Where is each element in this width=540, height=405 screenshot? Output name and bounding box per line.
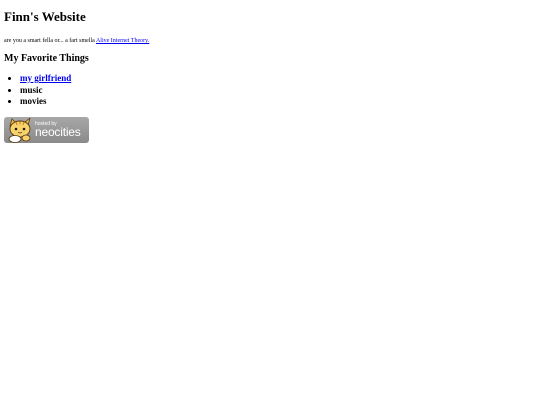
alive-internet-theory-link[interactable]: Alive Internet Theory. <box>96 38 149 44</box>
tagline: are you a smart fella or... a fart smell… <box>4 37 534 45</box>
my-girlfriend-link[interactable]: my girlfriend <box>20 73 71 83</box>
site-title: Finn's Website <box>4 9 86 24</box>
list-item: movies <box>20 96 534 108</box>
movies-item-label: movies <box>20 96 47 106</box>
tagline-text: are you a smart fella or... a fart smell… <box>4 38 96 44</box>
list-item: music <box>20 85 534 97</box>
favorites-heading: My Favorite Things <box>4 53 89 64</box>
page-content: Finn's Website are you a smart fella or.… <box>4 0 534 143</box>
neocities-cat-icon <box>8 117 31 143</box>
music-item-label: music <box>20 84 43 95</box>
hosted-by-neocities-badge[interactable]: hosted by neocities <box>4 116 89 143</box>
list-item: my girlfriend <box>20 73 534 85</box>
badge-brand-text: neocities <box>35 124 81 139</box>
favorites-list: my girlfriend music movies <box>4 73 534 108</box>
